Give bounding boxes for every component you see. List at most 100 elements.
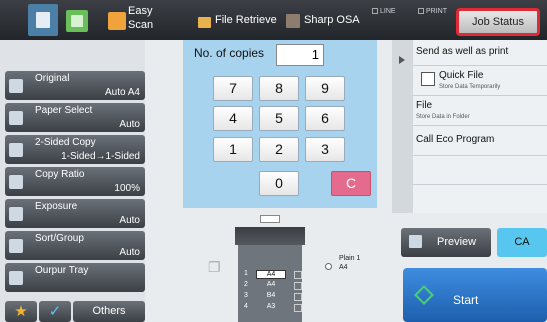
setting-value: 100% <box>114 183 140 194</box>
key-8[interactable]: 8 <box>259 76 299 101</box>
easy-scan-icon[interactable] <box>108 12 126 30</box>
exposure-icon <box>9 207 23 221</box>
key-0[interactable]: 0 <box>259 171 299 196</box>
key-6[interactable]: 6 <box>305 106 345 131</box>
sharp-osa-label[interactable]: Sharp OSA <box>304 14 360 26</box>
tray-number: 2 <box>244 281 248 288</box>
line-status: LINE <box>372 8 396 15</box>
tray-size: A3 <box>266 303 276 310</box>
ca-button[interactable]: CA <box>497 228 547 257</box>
setting-value: Auto A4 <box>104 87 140 98</box>
tray-number: 4 <box>244 303 248 310</box>
preview-icon <box>409 235 422 248</box>
original-icon <box>9 79 23 93</box>
tray-size: A4 <box>266 281 276 288</box>
output-tray-icon <box>260 215 280 223</box>
key-9[interactable]: 9 <box>305 76 345 101</box>
tray-2[interactable]: 2 A4 <box>244 281 302 291</box>
easy-scan-label[interactable]: Easy Scan <box>128 4 153 32</box>
tray-size: A4 <box>256 270 286 279</box>
tray-4[interactable]: 4 A3 <box>244 303 302 313</box>
checkmark-icon: ✓ <box>48 303 62 320</box>
original-document-icon: ❐ <box>208 259 221 275</box>
tray-3[interactable]: 3 B4 <box>244 292 302 302</box>
start-button[interactable]: Start <box>403 268 547 322</box>
call-eco-program-item[interactable]: Call Eco Program <box>413 126 547 156</box>
tray-number: 3 <box>244 292 248 299</box>
send-as-well-as-print-item[interactable]: Send as well as print <box>413 40 547 66</box>
setting-value: Auto <box>119 119 140 130</box>
file-retrieve-label[interactable]: File Retrieve <box>215 14 277 26</box>
key-3[interactable]: 3 <box>305 137 345 162</box>
paper-icon <box>9 111 23 125</box>
setting-exposure[interactable]: Exposure Auto <box>5 199 145 228</box>
tray-status-icon <box>294 304 302 312</box>
job-status-button[interactable]: Job Status <box>456 8 540 36</box>
right-menu-panel: Send as well as print Quick File Store D… <box>413 40 547 213</box>
quick-file-checkbox[interactable] <box>421 72 435 86</box>
setting-original[interactable]: Original Auto A4 <box>5 71 145 100</box>
tray-status-icon <box>294 293 302 301</box>
expand-panel-button[interactable] <box>392 40 413 213</box>
paper-size: A4 <box>339 264 348 271</box>
setting-paper-select[interactable]: Paper Select Auto <box>5 103 145 132</box>
others-button[interactable]: Others <box>73 301 145 322</box>
print-status-label: PRINT <box>426 8 447 15</box>
setting-title: Paper Select <box>35 105 93 116</box>
line-status-label: LINE <box>380 8 396 15</box>
expand-arrow-icon <box>399 56 405 64</box>
key-5[interactable]: 5 <box>259 106 299 131</box>
tray-1[interactable]: 1 A4 <box>244 270 302 280</box>
setting-title: Exposure <box>35 201 78 212</box>
tray-number: 1 <box>244 270 248 277</box>
call-eco-program-label: Call Eco Program <box>416 134 495 145</box>
ratio-icon <box>9 175 23 189</box>
sharp-osa-icon[interactable] <box>286 14 300 28</box>
file-title: File <box>416 100 433 111</box>
quick-file-title: Quick File <box>439 70 484 81</box>
copies-input[interactable]: 1 <box>276 44 324 66</box>
top-bar: Easy Scan File Retrieve Sharp OSA LINE P… <box>0 0 547 40</box>
setting-copy-ratio[interactable]: Copy Ratio 100% <box>5 167 145 196</box>
setting-ourpur-tray[interactable]: Ourpur Tray <box>5 263 145 292</box>
home-icon[interactable] <box>28 4 58 36</box>
tray-status-icon <box>294 282 302 290</box>
setting-2-sided-copy[interactable]: 2-Sided Copy 1-Sided→1-Sided <box>5 135 145 164</box>
paper-trays: 1 A4 2 A4 3 B4 4 A3 <box>238 245 302 322</box>
file-retrieve-icon[interactable] <box>198 17 211 28</box>
print-status-indicator <box>418 8 424 15</box>
setting-title: Copy Ratio <box>35 169 85 180</box>
tray-icon <box>9 271 23 285</box>
send-as-well-as-print-label: Send as well as print <box>416 46 509 57</box>
preview-label: Preview <box>437 236 477 248</box>
scanner-unit <box>235 227 305 245</box>
print-status: PRINT <box>418 8 447 15</box>
setting-sort-group[interactable]: Sort/Group Auto <box>5 231 145 260</box>
copy-mode-icon[interactable] <box>66 10 88 32</box>
paper-type: Plain 1 <box>339 255 361 262</box>
key-2[interactable]: 2 <box>259 137 299 162</box>
setting-title: Ourpur Tray <box>35 265 89 276</box>
key-1[interactable]: 1 <box>213 137 253 162</box>
clear-key[interactable]: C <box>331 171 371 196</box>
check-button[interactable]: ✓ <box>39 301 71 322</box>
quick-file-subtitle: Store Data Temporarily <box>439 84 501 90</box>
copies-keypad: No. of copies 1 7894561230C <box>183 40 377 208</box>
star-icon: ★ <box>14 303 28 320</box>
preview-button[interactable]: Preview <box>401 228 491 257</box>
paper-indicator-icon <box>325 263 332 270</box>
setting-title: Original <box>35 73 70 84</box>
key-7[interactable]: 7 <box>213 76 253 101</box>
setting-value: Auto <box>119 247 140 258</box>
file-item[interactable]: File Store Data in Folder <box>413 96 547 126</box>
file-subtitle: Store Data in Folder <box>416 114 470 120</box>
setting-title: Sort/Group <box>35 233 84 244</box>
start-label: Start <box>453 293 479 307</box>
empty-menu-slot <box>413 156 547 185</box>
favorites-button[interactable]: ★ <box>5 301 37 322</box>
quick-file-item[interactable]: Quick File Store Data Temporarily <box>413 66 547 96</box>
setting-value: 1-Sided→1-Sided <box>61 151 140 162</box>
key-4[interactable]: 4 <box>213 106 253 131</box>
machine-illustration: 1 A4 2 A4 3 B4 4 A3 <box>235 215 305 322</box>
tray-status-icon <box>294 271 302 279</box>
